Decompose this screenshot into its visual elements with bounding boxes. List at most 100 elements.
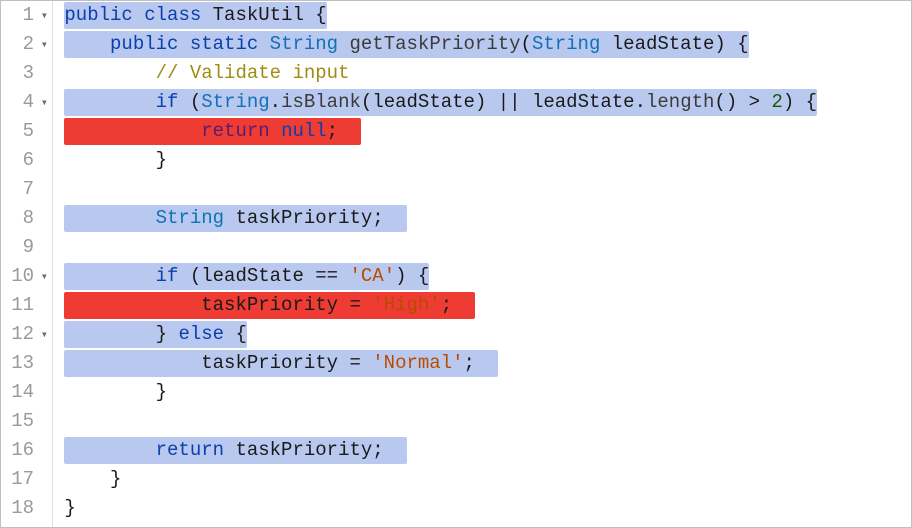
tok-type: String: [156, 207, 224, 229]
line-number: 14: [11, 378, 34, 407]
fold-toggle-icon[interactable]: ▾: [36, 329, 48, 341]
tok-keyword: if: [156, 91, 179, 113]
code-line[interactable]: }: [53, 378, 911, 407]
coverage-highlight-blue: public static String getTaskPriority(Str…: [64, 31, 748, 58]
tok-punct: }: [156, 146, 167, 175]
line-number: 6: [12, 146, 34, 175]
code-line[interactable]: }: [53, 465, 911, 494]
gutter-line[interactable]: 10▾: [1, 262, 52, 291]
gutter-line[interactable]: 15: [1, 407, 52, 436]
tok-operator: ==: [315, 265, 338, 287]
code-line[interactable]: } else {: [53, 320, 911, 349]
line-number: 13: [11, 349, 34, 378]
code-line[interactable]: [53, 175, 911, 204]
code-line[interactable]: taskPriority = 'Normal';: [53, 349, 911, 378]
tok-punct: ;: [441, 294, 452, 316]
gutter-line[interactable]: 4▾: [1, 88, 52, 117]
tok-punct: {: [315, 4, 326, 26]
line-number: 17: [11, 465, 34, 494]
tok-string: 'CA': [350, 265, 396, 287]
tok-punct: (): [714, 91, 737, 113]
tok-keyword: else: [178, 323, 224, 345]
code-editor-window: 1▾ 2▾ 3 4▾ 5 6 7 8 9 10▾ 11 12▾ 13 14 15…: [0, 0, 912, 528]
code-line[interactable]: }: [53, 494, 911, 523]
tok-punct: }: [110, 465, 121, 494]
tok-operator: ||: [498, 91, 521, 113]
gutter-line[interactable]: 17: [1, 465, 52, 494]
tok-keyword: return: [201, 120, 269, 142]
gutter-line[interactable]: 13: [1, 349, 52, 378]
coverage-highlight-blue: public class TaskUtil {: [64, 2, 326, 29]
tok-type: String: [201, 91, 269, 113]
tok-punct: }: [156, 378, 167, 407]
tok-type: String: [270, 33, 338, 55]
fold-toggle-icon[interactable]: ▾: [36, 271, 48, 283]
tok-null: null: [281, 120, 327, 142]
gutter-line[interactable]: 18: [1, 494, 52, 523]
code-line[interactable]: String taskPriority;: [53, 204, 911, 233]
tok-punct: ): [395, 265, 406, 287]
tok-punct: {: [235, 323, 246, 345]
line-number: 2: [12, 30, 34, 59]
code-line[interactable]: taskPriority = 'High';: [53, 291, 911, 320]
gutter-line[interactable]: 16: [1, 436, 52, 465]
fold-toggle-icon[interactable]: ▾: [36, 10, 48, 22]
line-number: 9: [12, 233, 34, 262]
tok-punct: ;: [372, 207, 383, 229]
gutter-line[interactable]: 7: [1, 175, 52, 204]
tok-punct: ): [783, 91, 794, 113]
code-line[interactable]: public class TaskUtil {: [53, 1, 911, 30]
coverage-highlight-red: return null;: [64, 118, 360, 145]
tok-keyword: if: [156, 265, 179, 287]
gutter-line[interactable]: 8: [1, 204, 52, 233]
code-line[interactable]: }: [53, 146, 911, 175]
gutter-line[interactable]: 6: [1, 146, 52, 175]
code-area[interactable]: public class TaskUtil { public static St…: [53, 1, 911, 527]
gutter-line[interactable]: 12▾: [1, 320, 52, 349]
tok-punct: ): [714, 33, 725, 55]
line-number: 18: [11, 494, 34, 523]
line-number-gutter[interactable]: 1▾ 2▾ 3 4▾ 5 6 7 8 9 10▾ 11 12▾ 13 14 15…: [1, 1, 53, 527]
code-line[interactable]: if (String.isBlank(leadState) || leadSta…: [53, 88, 911, 117]
tok-identifier: leadState: [372, 91, 475, 113]
tok-comment: // Validate input: [156, 59, 350, 88]
tok-punct: }: [156, 323, 167, 345]
fold-toggle-icon[interactable]: ▾: [36, 97, 48, 109]
tok-method: getTaskPriority: [350, 33, 521, 55]
gutter-line[interactable]: 3: [1, 59, 52, 88]
gutter-line[interactable]: 11: [1, 291, 52, 320]
code-line[interactable]: if (leadState == 'CA') {: [53, 262, 911, 291]
tok-method: length: [646, 91, 714, 113]
tok-punct: (: [361, 91, 372, 113]
tok-punct: (: [190, 265, 201, 287]
tok-identifier: leadState: [532, 91, 635, 113]
code-line[interactable]: return null;: [53, 117, 911, 146]
gutter-line[interactable]: 5: [1, 117, 52, 146]
tok-keyword: public: [110, 33, 178, 55]
line-number: 10: [11, 262, 34, 291]
gutter-line[interactable]: 9: [1, 233, 52, 262]
tok-punct: ;: [372, 439, 383, 461]
line-number: 7: [12, 175, 34, 204]
code-line[interactable]: [53, 233, 911, 262]
tok-identifier: taskPriority: [235, 439, 372, 461]
coverage-highlight-blue: } else {: [64, 321, 246, 348]
fold-toggle-icon[interactable]: ▾: [36, 39, 48, 51]
gutter-line[interactable]: 14: [1, 378, 52, 407]
code-line[interactable]: return taskPriority;: [53, 436, 911, 465]
tok-keyword: public: [64, 4, 132, 26]
tok-punct: (: [190, 91, 201, 113]
code-line[interactable]: public static String getTaskPriority(Str…: [53, 30, 911, 59]
tok-keyword: static: [190, 33, 258, 55]
gutter-line[interactable]: 2▾: [1, 30, 52, 59]
code-line[interactable]: [53, 407, 911, 436]
tok-identifier: taskPriority: [201, 294, 338, 316]
gutter-line[interactable]: 1▾: [1, 1, 52, 30]
tok-type: String: [532, 33, 600, 55]
tok-operator: =: [349, 352, 360, 374]
tok-string: 'High': [372, 294, 440, 316]
tok-punct: {: [806, 91, 817, 113]
tok-punct: .: [635, 91, 646, 113]
code-line[interactable]: // Validate input: [53, 59, 911, 88]
code-editor[interactable]: 1▾ 2▾ 3 4▾ 5 6 7 8 9 10▾ 11 12▾ 13 14 15…: [1, 1, 911, 527]
